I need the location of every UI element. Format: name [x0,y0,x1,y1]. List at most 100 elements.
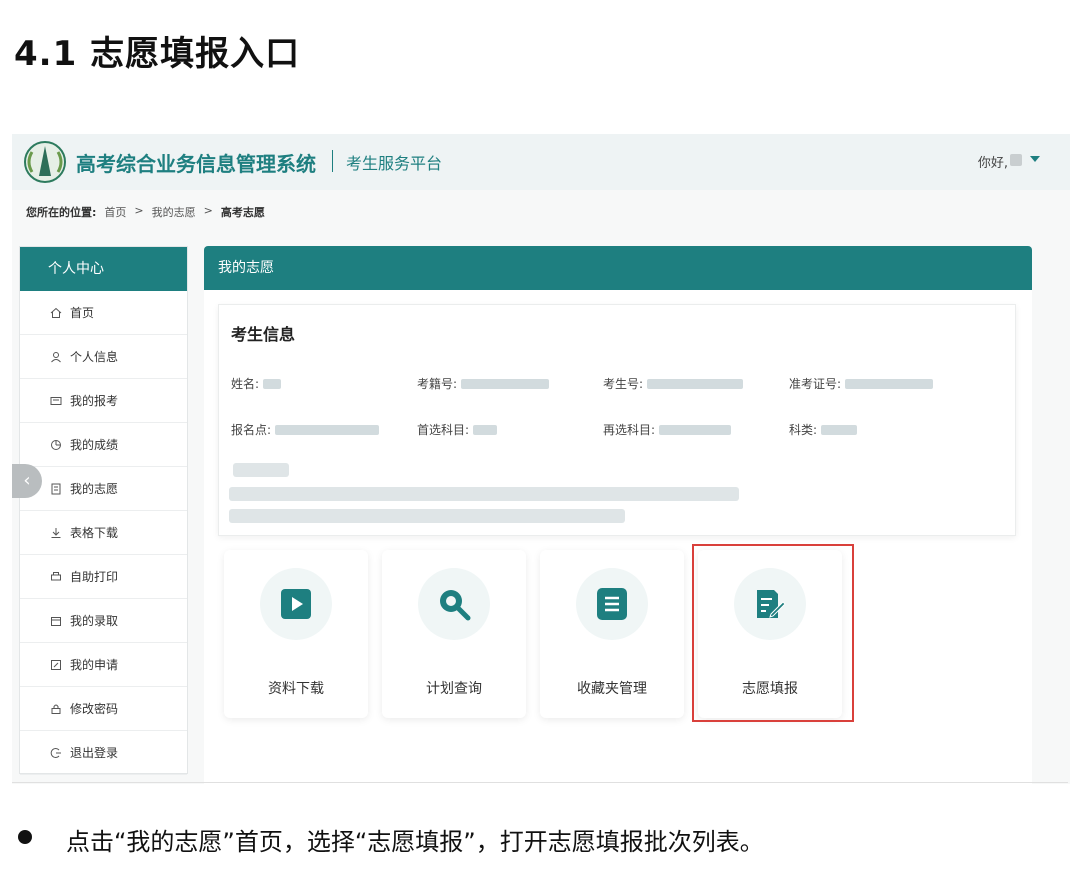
edit-icon [51,659,61,670]
redacted-value [647,378,744,389]
tile-icon-bg [260,568,332,640]
tile-icon-bg [418,568,490,640]
info-title: 考生信息 [231,325,296,344]
highlight-box [692,544,854,722]
breadcrumb-separator: > [203,204,213,217]
printer-icon [51,571,61,580]
tile-label: 收藏夹管理 [577,681,647,697]
field-name: 姓名: [231,375,282,392]
field-label: 再选科目: [603,423,656,437]
breadcrumb-separator: > [134,204,144,217]
play-icon [281,589,311,619]
redacted-value [473,424,498,435]
panel-title: 我的志愿 [204,246,1032,290]
redacted-text [233,463,289,477]
download-icon [51,527,61,538]
platform-name: 考生服务平台 [346,154,443,173]
redacted-value [659,424,732,435]
field-label: 准考证号: [789,377,842,391]
redacted-value [275,424,380,435]
breadcrumb-prefix: 您所在的位置: [26,206,97,219]
sidebar: 个人中心 首页 个人信息 我的报考 我的成绩 我的志愿 表格下载 自助打印 我的… [19,246,188,775]
logout-icon [50,747,61,758]
breadcrumb-current: 高考志愿 [220,206,265,219]
tile-downloads[interactable]: 资料下载 [224,550,368,718]
chevron-left-icon: ‹ [23,470,31,491]
tile-label: 计划查询 [426,681,482,697]
field-admission-no: 准考证号: [789,375,934,392]
pie-chart-icon [51,439,61,450]
sidebar-item-applications[interactable]: 我的申请 [20,643,187,687]
user-name-redacted [1010,154,1022,166]
home-icon [50,307,62,318]
document-heading: 4.1 志愿填报入口 [14,34,301,74]
sidebar-item-label: 个人信息 [70,350,119,364]
redacted-value [845,378,934,389]
redacted-value [263,378,282,389]
sidebar-item-label: 首页 [70,306,95,320]
redacted-text [229,509,625,523]
field-label: 首选科目: [417,423,470,437]
field-candidate-no: 考生号: [603,375,744,392]
sidebar-item-home[interactable]: 首页 [20,291,187,335]
sidebar-item-label: 我的成绩 [70,438,119,452]
candidate-info-card: 考生信息 姓名: 考籍号: 考生号: 准考证号: 报名点: 首选科目: 再选科目… [218,304,1016,536]
breadcrumb: 您所在的位置: 首页 > 我的志愿 > 高考志愿 [26,204,265,220]
field-label: 科类: [789,423,818,437]
field-exam-reg: 考籍号: [417,375,550,392]
breadcrumb-home[interactable]: 首页 [104,204,126,220]
greeting: 你好, [977,156,1008,171]
logo-icon [24,141,66,183]
tile-favorites[interactable]: 收藏夹管理 [540,550,684,718]
sidebar-item-password[interactable]: 修改密码 [20,687,187,731]
system-title: 高考综合业务信息管理系统 [76,152,316,176]
field-site: 报名点: [231,421,380,438]
sidebar-item-label: 表格下载 [70,526,119,540]
instruction-text: 点击“我的志愿”首页，选择“志愿填报”，打开志愿填报批次列表。 [66,828,764,856]
sidebar-item-label: 修改密码 [70,702,119,716]
list-icon [597,588,627,620]
sidebar-item-label: 我的报考 [70,394,119,408]
calendar-icon [51,616,61,626]
form-icon [51,483,61,494]
bullet-dot [18,830,32,844]
chevron-down-icon[interactable] [1030,156,1040,162]
field-second-subject: 再选科目: [603,421,732,438]
sidebar-item-logout[interactable]: 退出登录 [20,731,187,775]
sidebar-item-label: 我的志愿 [70,482,119,496]
sidebar-item-print[interactable]: 自助打印 [20,555,187,599]
redacted-text [229,487,739,501]
breadcrumb-my-wishes[interactable]: 我的志愿 [152,204,196,220]
sidebar-item-downloads[interactable]: 表格下载 [20,511,187,555]
sidebar-item-my-wishes[interactable]: 我的志愿 [20,467,187,511]
divider [12,782,1068,783]
sidebar-item-label: 自助打印 [70,570,119,584]
sidebar-title: 个人中心 [20,247,187,291]
tile-icon-bg [576,568,648,640]
screenshot-frame: 高考综合业务信息管理系统 考生服务平台 你好, 您所在的位置: 首页 > 我的志… [12,134,1070,784]
field-category: 科类: [789,421,858,438]
top-bar: 高考综合业务信息管理系统 考生服务平台 你好, [12,134,1070,190]
sidebar-item-scores[interactable]: 我的成绩 [20,423,187,467]
field-label: 姓名: [231,377,260,391]
field-label: 考生号: [603,377,644,391]
sidebar-item-label: 我的申请 [70,658,119,672]
id-card-icon [50,396,62,405]
title-divider [332,150,333,172]
redacted-value [821,424,858,435]
lock-icon [51,704,61,714]
tile-plan-search[interactable]: 计划查询 [382,550,526,718]
sidebar-item-label: 我的录取 [70,614,119,628]
sidebar-item-registration[interactable]: 我的报考 [20,379,187,423]
field-first-subject: 首选科目: [417,421,498,438]
search-icon [440,590,471,621]
field-label: 报名点: [231,423,272,437]
redacted-value [461,378,550,389]
main-panel: 考生信息 姓名: 考籍号: 考生号: 准考证号: 报名点: 首选科目: 再选科目… [204,290,1032,784]
sidebar-item-label: 退出登录 [70,746,119,760]
user-icon [51,351,61,362]
sidebar-item-personal-info[interactable]: 个人信息 [20,335,187,379]
field-label: 考籍号: [417,377,458,391]
tile-label: 资料下载 [268,681,324,697]
sidebar-item-admission[interactable]: 我的录取 [20,599,187,643]
